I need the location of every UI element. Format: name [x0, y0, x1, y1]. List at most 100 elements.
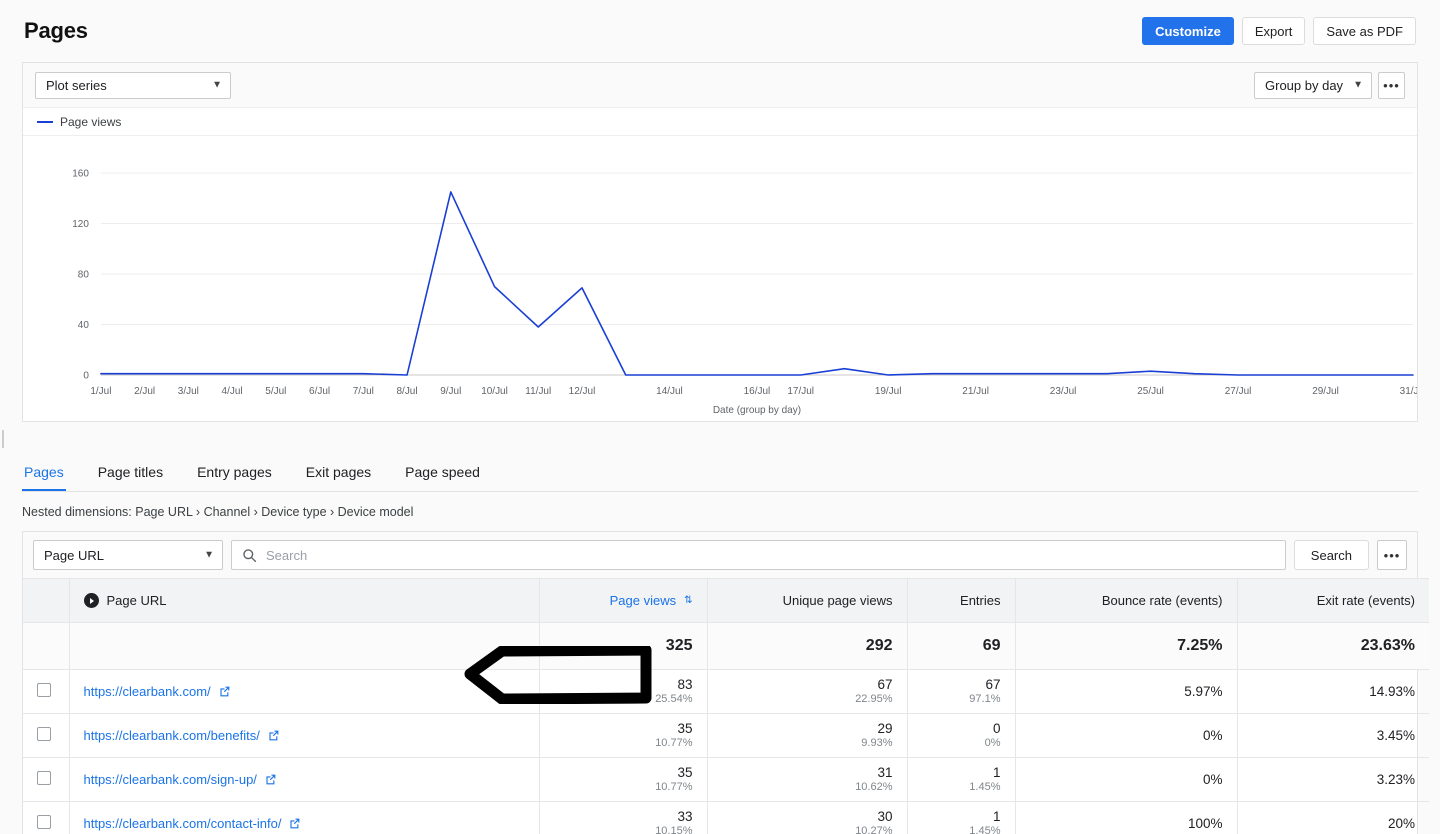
plot-series-select[interactable]: Plot series ▼ — [35, 71, 231, 99]
external-link-icon[interactable] — [267, 729, 280, 742]
totals-bounce-rate: 7.25% — [1015, 622, 1238, 670]
legend-label-page-views: Page views — [60, 114, 122, 129]
chevron-down-icon: ▼ — [212, 79, 222, 91]
x-tick-label: 17/Jul — [787, 386, 814, 397]
sort-arrows-icon[interactable]: ⇅ — [684, 595, 692, 606]
x-tick-label: 29/Jul — [1312, 386, 1339, 397]
report-tabs: Pages Page titles Entry pages Exit pages… — [22, 460, 1418, 492]
header-exit-rate[interactable]: Exit rate (events) — [1237, 578, 1429, 623]
expand-circle-icon[interactable] — [83, 593, 99, 608]
x-tick-label: 8/Jul — [397, 386, 418, 397]
y-tick-label: 160 — [72, 168, 89, 179]
table-totals-row: 325 292 69 7.25% 23.63% — [23, 622, 1429, 670]
chart-toolbar-right: Group by day ▼ ••• — [1254, 71, 1405, 99]
plot-series-select-value: Plot series — [46, 77, 107, 93]
header-page-url[interactable]: Page URL — [69, 578, 540, 623]
row-unique-page-views: 29 9.93% — [707, 713, 908, 758]
search-input[interactable] — [266, 547, 1275, 563]
row-bounce-rate: 0% — [1015, 757, 1238, 802]
tab-exit-pages[interactable]: Exit pages — [304, 460, 373, 491]
row-page-views: 35 10.77% — [539, 757, 708, 802]
row-checkbox[interactable] — [37, 771, 51, 785]
totals-entries: 69 — [907, 622, 1016, 670]
row-unique-page-views: 30 10.27% — [707, 801, 908, 834]
totals-exit-rate: 23.63% — [1237, 622, 1429, 670]
table-body: 325 292 69 7.25% 23.63% https://clearban… — [23, 622, 1429, 834]
panel-resize-handle[interactable] — [2, 430, 4, 448]
row-page-views-percent: 10.77% — [655, 780, 693, 793]
tab-page-speed[interactable]: Page speed — [403, 460, 482, 491]
row-checkbox[interactable] — [37, 727, 51, 741]
dimension-select-value: Page URL — [44, 547, 104, 563]
x-tick-label: 25/Jul — [1137, 386, 1164, 397]
page-url-link[interactable]: https://clearbank.com/ — [84, 684, 211, 699]
page-url-link[interactable]: https://clearbank.com/benefits/ — [84, 728, 260, 743]
x-tick-label: 9/Jul — [440, 386, 461, 397]
chevron-down-icon: ▼ — [204, 549, 214, 561]
row-page-views: 35 10.77% — [539, 713, 708, 758]
header-page-views-label: Page views — [609, 593, 677, 608]
y-tick-label: 40 — [78, 320, 90, 331]
table-toolbar: Page URL ▼ Search ••• — [23, 532, 1417, 578]
table-row[interactable]: https://clearbank.com/83 25.54% 67 22.95% 67… — [23, 669, 1429, 714]
customize-button[interactable]: Customize — [1142, 17, 1234, 45]
row-page-views-value: 35 — [677, 720, 693, 736]
page-url-link[interactable]: https://clearbank.com/sign-up/ — [84, 772, 257, 787]
row-checkbox[interactable] — [37, 683, 51, 697]
tab-page-titles[interactable]: Page titles — [96, 460, 165, 491]
row-bounce-rate: 0% — [1015, 713, 1238, 758]
table-row[interactable]: https://clearbank.com/benefits/35 10.77% 2… — [23, 713, 1429, 758]
chart-more-options-button[interactable]: ••• — [1378, 71, 1405, 99]
row-page-views-value: 35 — [677, 764, 693, 780]
row-page-views-percent: 25.54% — [655, 692, 693, 705]
header-page-url-label: Page URL — [106, 593, 167, 608]
export-button[interactable]: Export — [1241, 17, 1306, 45]
x-axis-title: Date (group by day) — [713, 405, 801, 416]
table-row[interactable]: https://clearbank.com/contact-info/33 10.… — [23, 801, 1429, 834]
external-link-icon[interactable] — [264, 773, 277, 786]
dimension-select[interactable]: Page URL ▼ — [33, 540, 223, 570]
row-entries-percent: 1.45% — [969, 780, 1001, 793]
page-title: Pages — [24, 18, 88, 43]
header-entries[interactable]: Entries — [907, 578, 1016, 623]
tab-entry-pages[interactable]: Entry pages — [195, 460, 274, 491]
group-by-select[interactable]: Group by day ▼ — [1254, 71, 1372, 99]
table-row[interactable]: https://clearbank.com/sign-up/35 10.77% 31… — [23, 757, 1429, 802]
row-checkbox-cell — [23, 757, 70, 802]
row-exit-rate: 3.23% — [1237, 757, 1429, 802]
tab-pages[interactable]: Pages — [22, 460, 66, 491]
row-unique-page-views-percent: 22.95% — [855, 692, 893, 705]
x-tick-label: 1/Jul — [90, 386, 111, 397]
page-header: Pages Customize Export Save as PDF — [0, 0, 1440, 62]
external-link-icon[interactable] — [288, 817, 301, 830]
save-as-pdf-button[interactable]: Save as PDF — [1313, 17, 1416, 45]
header-bounce-rate[interactable]: Bounce rate (events) — [1015, 578, 1238, 623]
header-exit-rate-label: Exit rate (events) — [1316, 593, 1415, 608]
page-url-link[interactable]: https://clearbank.com/contact-info/ — [84, 816, 282, 831]
table-more-options-button[interactable]: ••• — [1377, 540, 1407, 570]
row-entries: 1 1.45% — [907, 801, 1016, 834]
header-unique-page-views[interactable]: Unique page views — [707, 578, 908, 623]
page-wrap: Pages Customize Export Save as PDF Plot … — [0, 0, 1440, 834]
series-line-page-views — [100, 191, 1414, 376]
row-entries-percent: 0% — [984, 736, 1001, 749]
row-entries: 67 97.1% — [907, 669, 1016, 714]
header-bounce-rate-label: Bounce rate (events) — [1101, 593, 1223, 608]
totals-label-cell — [69, 622, 540, 670]
header-entries-label: Entries — [960, 593, 1001, 608]
row-page-url-cell: https://clearbank.com/contact-info/ — [69, 801, 540, 834]
row-page-views-value: 83 — [677, 676, 693, 692]
table-head: Page URL Page views ⇅ Unique page views … — [23, 578, 1429, 623]
external-link-icon[interactable] — [218, 685, 231, 698]
header-page-views[interactable]: Page views ⇅ — [539, 578, 708, 623]
search-button[interactable]: Search — [1293, 540, 1369, 570]
row-checkbox[interactable] — [37, 815, 51, 830]
header-actions: Customize Export Save as PDF — [1142, 17, 1416, 45]
search-field-wrapper[interactable] — [231, 540, 1286, 570]
table-header-row: Page URL Page views ⇅ Unique page views … — [23, 578, 1429, 623]
row-entries-value: 1 — [992, 808, 1001, 824]
legend-swatch-page-views — [37, 120, 53, 123]
x-tick-label: 4/Jul — [222, 386, 243, 397]
chart-legend: Page views — [23, 108, 1417, 136]
x-tick-label: 27/Jul — [1225, 386, 1252, 397]
